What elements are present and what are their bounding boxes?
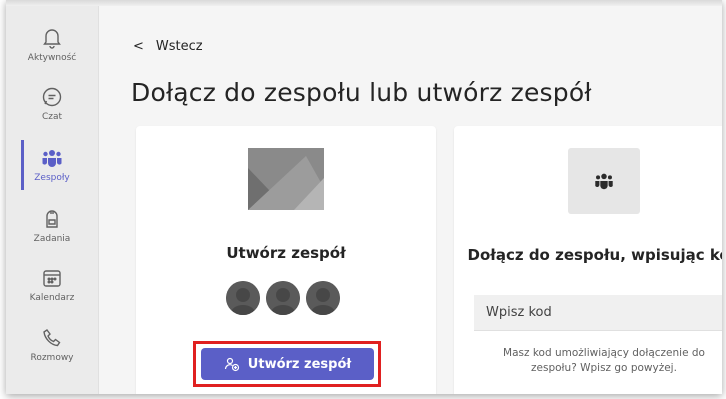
rail-item-label: Zadania bbox=[33, 234, 71, 244]
person-icon bbox=[306, 281, 340, 315]
person-icon bbox=[226, 281, 260, 315]
back-link[interactable]: < Wstecz bbox=[133, 39, 203, 54]
image-placeholder-icon bbox=[248, 148, 324, 210]
avatar bbox=[226, 281, 260, 315]
create-card-title: Utwórz zespół bbox=[226, 244, 346, 262]
create-team-button-label: Utwórz zespół bbox=[247, 356, 352, 372]
rail-item-calendar[interactable]: Kalendarz bbox=[6, 262, 98, 320]
rail-item-calls[interactable]: Rozmowy bbox=[6, 322, 98, 380]
app-rail: Aktywność Czat Zespoły Zadania Kalendarz… bbox=[6, 6, 99, 394]
join-team-card: Dołącz do zespołu, wpisując kod Masz kod… bbox=[454, 126, 722, 394]
team-image-placeholder bbox=[248, 148, 324, 210]
create-team-button[interactable]: Utwórz zespół bbox=[201, 348, 374, 380]
calendar-icon bbox=[43, 270, 61, 287]
rail-item-activity[interactable]: Aktywność bbox=[6, 22, 98, 80]
teams-icon bbox=[42, 150, 62, 167]
teams-window: Aktywność Czat Zespoły Zadania Kalendarz… bbox=[6, 0, 722, 394]
phone-icon bbox=[43, 329, 61, 347]
rail-item-teams[interactable]: Zespoły bbox=[6, 142, 98, 200]
join-card-title: Dołącz do zespołu, wpisując kod bbox=[467, 246, 722, 264]
rail-item-label: Rozmowy bbox=[30, 353, 74, 363]
rail-item-label: Zespoły bbox=[34, 173, 70, 183]
bell-icon bbox=[43, 29, 61, 49]
rail-item-label: Czat bbox=[41, 112, 63, 122]
team-code-input[interactable] bbox=[474, 295, 722, 331]
rail-item-chat[interactable]: Czat bbox=[6, 81, 98, 139]
avatar bbox=[306, 281, 340, 315]
chevron-left-icon: < bbox=[133, 39, 144, 54]
rail-item-label: Aktywność bbox=[27, 53, 77, 63]
main-content: < Wstecz Dołącz do zespołu lub utwórz ze… bbox=[99, 6, 722, 394]
avatar bbox=[266, 281, 300, 315]
create-team-card: Utwórz zespół Utwórz zespół bbox=[136, 126, 436, 394]
join-hint-text: Masz kod umożliwiający dołączenie do zes… bbox=[503, 347, 705, 374]
rail-item-assignments[interactable]: Zadania bbox=[6, 203, 98, 261]
join-team-icon-box bbox=[568, 148, 640, 214]
back-label: Wstecz bbox=[155, 39, 203, 54]
rail-item-label: Kalendarz bbox=[29, 293, 75, 303]
chat-icon bbox=[42, 87, 62, 107]
person-icon bbox=[266, 281, 300, 315]
avatar-group bbox=[226, 281, 340, 315]
add-people-icon bbox=[224, 357, 239, 372]
page-title: Dołącz do zespołu lub utwórz zespół bbox=[131, 78, 592, 107]
assignments-icon bbox=[46, 210, 58, 228]
teams-icon bbox=[595, 173, 613, 190]
